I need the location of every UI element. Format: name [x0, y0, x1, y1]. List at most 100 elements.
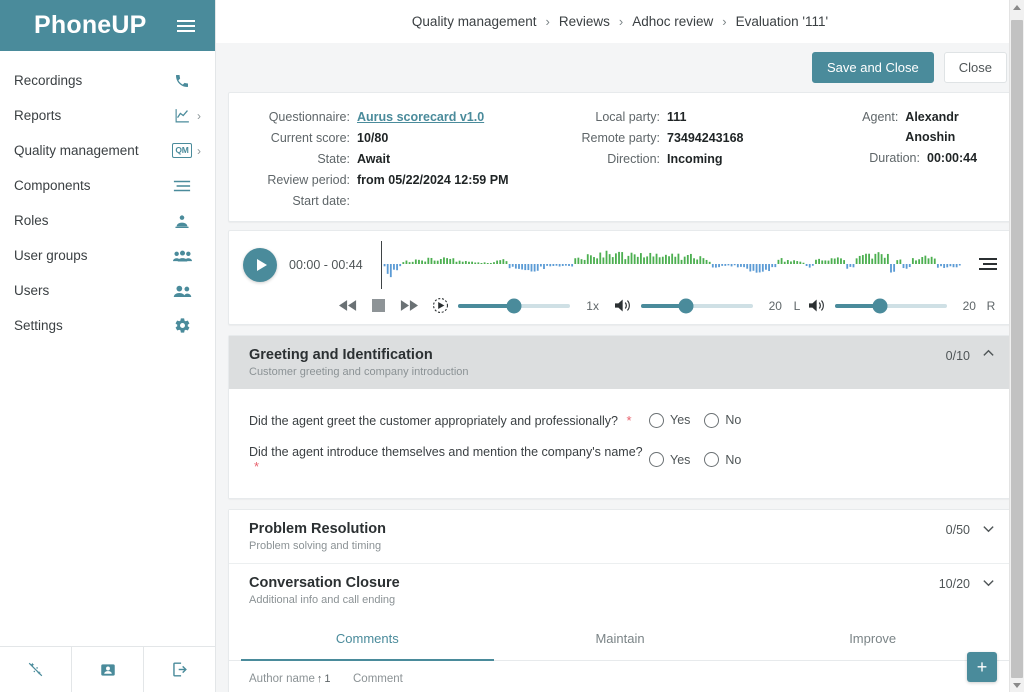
- section-titles: Greeting and Identification Customer gre…: [249, 346, 946, 380]
- scroll-up-arrow-icon[interactable]: [1010, 0, 1024, 14]
- sidebar: PhoneUP Recordings › Reports › Quality m…: [0, 0, 216, 692]
- sidebar-item-label: Users: [14, 283, 50, 298]
- role-person-icon: [171, 210, 193, 232]
- radio-option-yes[interactable]: Yes: [649, 412, 696, 428]
- info-column-right: Agent: Alexandr Anoshin Duration: 00:00:…: [797, 107, 993, 211]
- radio-label: Yes: [670, 413, 691, 427]
- radio-option-no[interactable]: No: [704, 452, 747, 467]
- column-header-author-name[interactable]: Author name ↑ 1: [249, 673, 341, 685]
- sidebar-item-settings[interactable]: Settings ›: [0, 308, 215, 343]
- volume-left-control: 20 L: [614, 298, 803, 313]
- section-greeting-and-identification: Greeting and Identification Customer gre…: [228, 335, 1012, 499]
- section-header[interactable]: Greeting and Identification Customer gre…: [229, 336, 1011, 389]
- info-row-local-party: Local party: 111: [547, 107, 797, 127]
- slider-knob[interactable]: [506, 298, 522, 313]
- volume-left-channel-label: L: [793, 298, 801, 313]
- play-icon[interactable]: [243, 248, 277, 282]
- logout-icon[interactable]: [143, 647, 215, 692]
- slider-knob[interactable]: [678, 298, 694, 313]
- chevron-down-icon[interactable]: [982, 520, 995, 540]
- volume-right-control: 20 R: [808, 298, 997, 313]
- question-options: Yes No: [649, 452, 747, 467]
- sidebar-item-users[interactable]: Users ›: [0, 273, 215, 308]
- volume-right-slider[interactable]: [834, 298, 947, 313]
- scroll-down-arrow-icon[interactable]: [1010, 678, 1024, 692]
- question-text: Did the agent greet the customer appropr…: [249, 413, 618, 428]
- chart-line-icon: [171, 105, 193, 127]
- user-card-icon[interactable]: [71, 647, 143, 692]
- volume-icon[interactable]: [614, 298, 632, 313]
- breadcrumb-item-0[interactable]: Quality management: [412, 14, 537, 29]
- radio-circle-icon[interactable]: [649, 412, 664, 428]
- info-value: 10/80: [357, 131, 389, 145]
- breadcrumb-item-1[interactable]: Reviews: [559, 14, 610, 29]
- close-button[interactable]: Close: [943, 52, 1007, 83]
- section-titles: Conversation Closure Additional info and…: [249, 574, 939, 608]
- info-value: from 05/22/2024 12:59 PM: [357, 173, 509, 187]
- question-row: Did the agent greet the customer appropr…: [249, 401, 991, 439]
- info-value: 111: [667, 110, 687, 124]
- section-conversation-closure[interactable]: Conversation Closure Additional info and…: [229, 564, 1011, 617]
- breadcrumb-item-2[interactable]: Adhoc review: [632, 14, 713, 29]
- sidebar-item-recordings[interactable]: Recordings ›: [0, 63, 215, 98]
- radio-circle-icon[interactable]: [704, 452, 720, 467]
- sidebar-item-reports[interactable]: Reports ›: [0, 98, 215, 133]
- rewind-icon[interactable]: [333, 300, 363, 311]
- scrollbar-thumb[interactable]: [1011, 20, 1023, 678]
- column-header-comment[interactable]: Comment: [353, 673, 403, 685]
- save-and-close-button[interactable]: Save and Close: [811, 52, 934, 83]
- users-icon: [171, 280, 193, 302]
- waveform[interactable]: [375, 241, 961, 289]
- radio-option-yes[interactable]: Yes: [649, 452, 696, 467]
- tab-improve[interactable]: Improve: [746, 617, 999, 661]
- player-time-range: 00:00 - 00:44: [289, 258, 363, 272]
- audio-player-card: 00:00 - 00:44 1x 20 L 20 R: [228, 230, 1012, 325]
- info-label: State:: [317, 152, 350, 166]
- playback-speed-control: 1x: [432, 297, 599, 314]
- stop-icon[interactable]: [363, 299, 393, 312]
- radio-circle-icon[interactable]: [649, 452, 664, 467]
- playback-speed-icon[interactable]: [432, 297, 449, 314]
- questionnaire-link[interactable]: Aurus scorecard v1.0: [357, 107, 484, 127]
- sort-order-index: 1: [324, 673, 331, 685]
- radio-option-no[interactable]: No: [704, 412, 747, 428]
- add-comment-button[interactable]: +: [967, 652, 997, 682]
- hamburger-icon[interactable]: [173, 16, 199, 36]
- sidebar-item-label: Recordings: [14, 73, 83, 88]
- vertical-scrollbar[interactable]: [1009, 0, 1024, 692]
- question-text-wrap: Did the agent introduce themselves and m…: [249, 445, 649, 474]
- waveform-canvas[interactable]: [383, 241, 961, 289]
- playback-speed-value: 1x: [586, 298, 599, 313]
- sidebar-item-roles[interactable]: Roles ›: [0, 203, 215, 238]
- tab-maintain[interactable]: Maintain: [494, 617, 747, 661]
- waveform-menu-icon[interactable]: [973, 258, 997, 272]
- playback-speed-slider[interactable]: [457, 298, 570, 313]
- section-score: 0/10: [945, 349, 970, 363]
- volume-right-channel-label: R: [986, 298, 996, 313]
- volume-left-slider[interactable]: [640, 298, 753, 313]
- sidebar-item-components[interactable]: Components ›: [0, 168, 215, 203]
- radio-label: No: [725, 452, 742, 467]
- chevron-down-icon[interactable]: [982, 574, 995, 594]
- info-grid: Questionnaire: Aurus scorecard v1.0 Curr…: [247, 107, 993, 211]
- comments-panel: Comments Maintain Improve Author name ↑ …: [229, 617, 1011, 692]
- radio-label: Yes: [670, 452, 691, 467]
- sidebar-item-user-groups[interactable]: User groups ›: [0, 238, 215, 273]
- section-problem-resolution[interactable]: Problem Resolution Problem solving and t…: [229, 510, 1011, 564]
- chevron-up-icon[interactable]: [982, 346, 995, 366]
- sidebar-item-label: Components: [14, 178, 91, 193]
- theme-toggle-icon[interactable]: [0, 647, 71, 692]
- volume-icon[interactable]: [808, 298, 826, 313]
- tab-comments[interactable]: Comments: [241, 617, 494, 661]
- sort-asc-icon: ↑: [316, 673, 323, 685]
- question-text: Did the agent introduce themselves and m…: [249, 445, 643, 459]
- main-area: Quality management › Reviews › Adhoc rev…: [216, 0, 1024, 692]
- section-subtitle: Problem solving and timing: [249, 540, 382, 552]
- section-questions: Did the agent greet the customer appropr…: [229, 389, 1011, 498]
- sidebar-item-quality-management[interactable]: Quality management QM ›: [0, 133, 215, 168]
- radio-circle-icon[interactable]: [704, 412, 720, 428]
- fast-forward-icon[interactable]: [394, 300, 424, 311]
- chevron-right-icon: ›: [197, 143, 201, 158]
- slider-knob[interactable]: [872, 298, 888, 313]
- info-label: Agent:: [862, 110, 899, 124]
